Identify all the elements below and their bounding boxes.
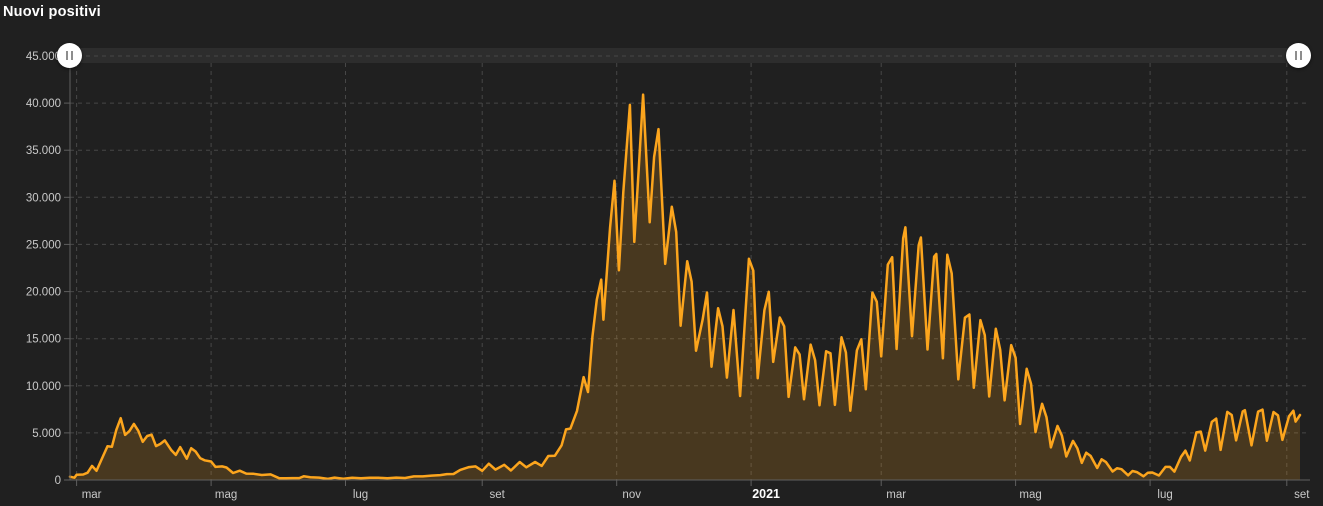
x-axis-tick-label: mag [215, 489, 237, 501]
x-axis-tick-label: mar [82, 489, 102, 501]
y-axis-tick-label: 20.000 [26, 287, 61, 299]
x-axis-tick-label: set [1294, 489, 1310, 501]
drag-grip-icon [1295, 51, 1302, 60]
x-axis-tick-label: mag [1019, 489, 1041, 501]
x-axis-tick-label: 2021 [752, 487, 780, 501]
x-axis-tick-label: nov [622, 489, 641, 501]
y-axis-tick-label: 45.000 [26, 51, 61, 63]
range-handle-left[interactable] [57, 43, 82, 68]
y-axis-tick-label: 30.000 [26, 192, 61, 204]
y-axis-tick-label: 15.000 [26, 334, 61, 346]
y-axis-tick-label: 25.000 [26, 239, 61, 251]
y-axis-tick-label: 35.000 [26, 145, 61, 157]
chart-plot-area[interactable]: 0 5.000 10.000 15.000 20.000 25.000 30.000 35.0… [0, 0, 1323, 506]
y-axis-tick-label: 40.000 [26, 98, 61, 110]
y-axis-tick-label: 5.000 [32, 428, 61, 440]
x-axis-tick-label: lug [1157, 489, 1172, 501]
y-axis-tick-label: 0 [55, 475, 61, 487]
range-handle-right[interactable] [1286, 43, 1311, 68]
x-axis-tick-label: mar [886, 489, 906, 501]
y-axis-tick-label: 10.000 [26, 381, 61, 393]
x-axis-tick-label: set [490, 489, 506, 501]
x-axis-tick-label: lug [353, 489, 368, 501]
drag-grip-icon [66, 51, 73, 60]
